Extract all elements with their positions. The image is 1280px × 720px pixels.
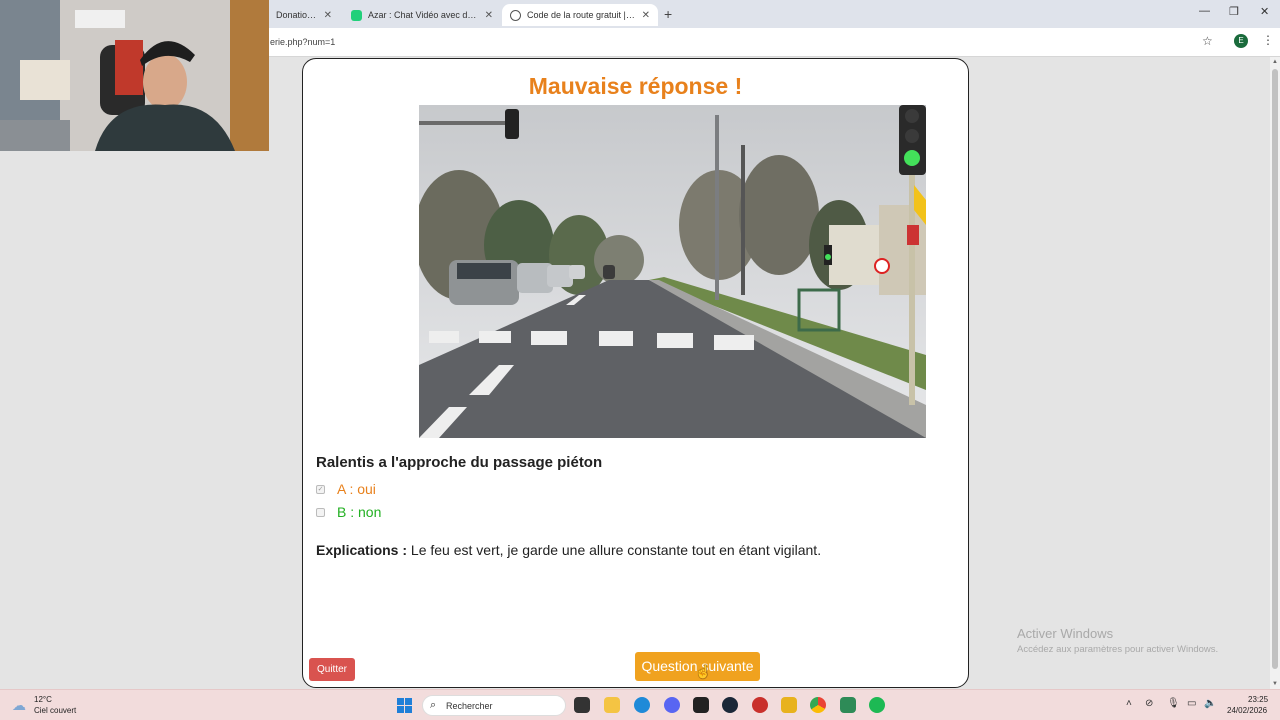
search-placeholder: Rechercher [446,701,493,711]
road-scene-image [419,105,926,438]
rockstar-icon[interactable] [781,697,797,713]
globe-icon [510,9,521,21]
tab-azar[interactable]: Azar : Chat Vidéo avec de nouv ✕ [343,4,501,26]
watermark-title: Activer Windows [1017,626,1114,641]
task-view-icon[interactable] [574,697,590,713]
explanation-label: Explications : [316,542,408,558]
minimize-icon[interactable]: — [1199,5,1210,17]
display-icon[interactable]: ▭ [1187,698,1196,709]
bookmark-star-icon[interactable]: ☆ [1202,34,1213,48]
explanation: Explications : Le feu est vert, je garde… [316,542,821,558]
explanation-text: Le feu est vert, je garde une allure con… [407,542,822,558]
tab-title: DonationAle [276,10,318,20]
scrollbar-thumb[interactable] [1272,69,1278,669]
road-scene-illustration [419,105,926,438]
clock-date[interactable]: 24/02/2026 [1227,706,1267,715]
menu-kebab-icon[interactable]: ⋮ [1262,33,1274,47]
new-tab-icon[interactable]: + [664,6,672,22]
weather-temperature[interactable]: 12°C [34,695,52,704]
discord-icon[interactable] [664,697,680,713]
volume-icon[interactable]: 🔈 [1204,698,1216,709]
close-window-icon[interactable]: ✕ [1260,5,1269,18]
answer-option-a[interactable]: ✓ A : oui [316,481,376,497]
taskbar-search-box[interactable]: ⌕ Rechercher [422,695,566,716]
url-field[interactable]: erie.php?num=1 [270,37,335,47]
tab-title: Azar : Chat Vidéo avec de nouv [368,10,479,20]
windows-activation-watermark: Activer Windows Accédez aux paramètres p… [1017,626,1218,655]
red-app-icon[interactable] [752,697,768,713]
hand-cursor-icon: ☝ [695,664,712,679]
windows-start-icon[interactable] [397,698,412,713]
answer-a-checkbox[interactable]: ✓ [316,484,325,494]
vertical-scrollbar[interactable]: ▲ ▼ [1270,57,1280,689]
result-title: Mauvaise réponse ! [528,73,743,99]
cloud-weather-icon[interactable]: ☁ [12,697,26,714]
answer-b-label: B : non [337,504,382,520]
network-off-icon[interactable]: ⊘ [1145,698,1153,709]
file-explorer-icon[interactable] [604,697,620,713]
close-icon[interactable]: ✕ [642,10,650,21]
microphone-icon[interactable]: 🎙 [1167,698,1180,709]
answer-option-b[interactable]: B : non [316,504,381,520]
android-app-icon[interactable] [840,697,856,713]
answer-a-label: A : oui [337,481,376,497]
answer-b-checkbox[interactable] [316,507,325,517]
watermark-subtitle: Accédez aux paramètres pour activer Wind… [1017,644,1219,655]
steam-icon[interactable] [722,697,738,713]
weather-description[interactable]: Ciel couvert [34,706,76,715]
tray-chevron-icon[interactable]: ˄ [1126,698,1132,709]
azar-favicon-icon [351,9,362,21]
scroll-down-icon[interactable]: ▼ [1272,681,1278,687]
chrome-icon[interactable] [810,697,826,713]
tab-donationalerts[interactable]: DonationAle ✕ [268,4,340,26]
close-icon[interactable]: ✕ [485,10,493,21]
quit-button[interactable]: Quitter [309,658,355,681]
search-icon: ⌕ [430,699,437,711]
webcam-overlay [0,0,269,151]
close-icon[interactable]: ✕ [324,10,332,21]
tab-code-de-la-route[interactable]: Code de la route gratuit | Révis ✕ [502,4,658,26]
profile-avatar[interactable]: E [1234,34,1248,48]
edge-icon[interactable] [634,697,650,713]
windows-taskbar: ☁ 12°C Ciel couvert ⌕ Rechercher ˄ ⊘ 🎙 ▭… [0,689,1280,720]
question-text: Ralentis a l'approche du passage piéton [316,454,603,471]
scroll-up-icon[interactable]: ▲ [1272,59,1278,65]
quiz-card: Mauvaise réponse ! Ralentis a l'approche… [302,58,969,688]
clock-time[interactable]: 23:25 [1248,695,1268,704]
streamer-webcam-feed [0,0,269,151]
epic-games-icon[interactable] [693,697,709,713]
restore-icon[interactable]: ❐ [1229,5,1239,18]
spotify-icon[interactable] [869,697,885,713]
tab-title: Code de la route gratuit | Révis [527,10,636,20]
